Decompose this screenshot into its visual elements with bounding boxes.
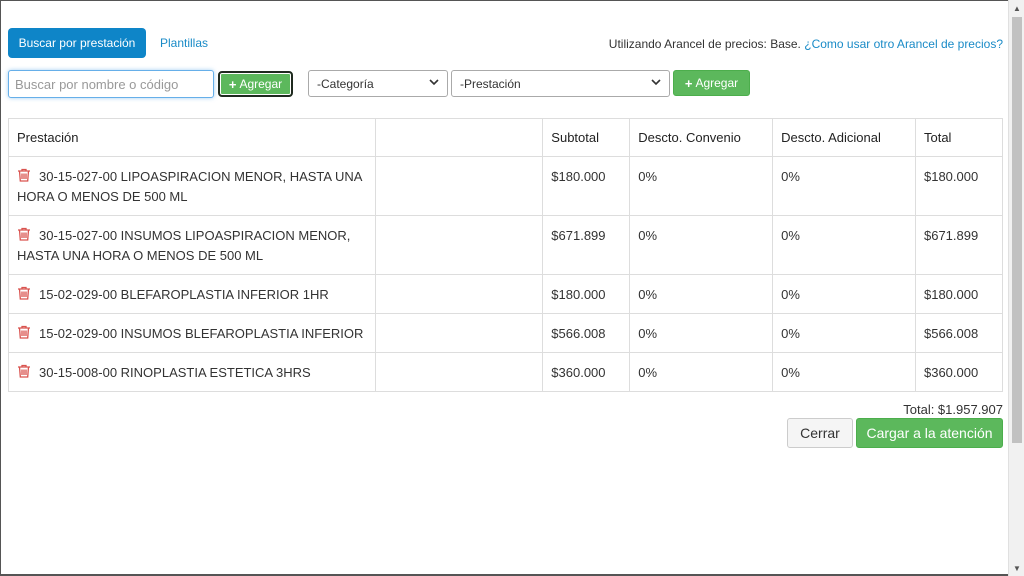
cell-prestacion: 15-02-029-00 BLEFAROPLASTIA INFERIOR 1HR — [8, 274, 376, 314]
cell-blank — [374, 352, 544, 392]
cell-convenio: 0% — [629, 156, 774, 216]
cell-prestacion: 15-02-029-00 INSUMOS BLEFAROPLASTIA INFE… — [8, 313, 376, 353]
cell-convenio: 0% — [629, 215, 774, 275]
grand-total: Total: $1.957.907 — [903, 402, 1003, 417]
cell-convenio: 0% — [629, 352, 774, 392]
cerrar-button[interactable]: Cerrar — [787, 418, 853, 448]
header-descto-convenio: Descto. Convenio — [629, 118, 774, 157]
cell-subtotal: $180.000 — [542, 274, 631, 314]
cell-total: $671.899 — [914, 215, 1004, 275]
cell-convenio: 0% — [629, 274, 774, 314]
arancel-info: Utilizando Arancel de precios: Base. ¿Co… — [609, 37, 1003, 51]
trash-icon[interactable] — [17, 168, 31, 182]
cell-prestacion: 30-15-027-00 INSUMOS LIPOASPIRACION MENO… — [8, 215, 376, 275]
categoria-selected: -Categoría — [317, 76, 374, 91]
cell-blank — [374, 274, 544, 314]
cell-subtotal: $360.000 — [542, 352, 631, 392]
cell-adicional: 0% — [772, 156, 916, 216]
tab-buscar-por-prestacion[interactable]: Buscar por prestación — [8, 28, 146, 58]
filter-add-button[interactable]: + Agregar — [673, 70, 750, 96]
cell-blank — [374, 156, 544, 216]
table-row: 30-15-027-00 INSUMOS LIPOASPIRACION MENO… — [8, 215, 1004, 275]
search-add-button[interactable]: + Agregar — [218, 71, 293, 97]
prestacion-text: 30-15-008-00 RINOPLASTIA ESTETICA 3HRS — [39, 365, 311, 380]
table-row: 15-02-029-00 BLEFAROPLASTIA INFERIOR 1HR… — [8, 274, 1004, 314]
window-border-left — [0, 0, 1, 576]
filter-add-label: Agregar — [695, 76, 739, 90]
cell-total: $360.000 — [914, 352, 1004, 392]
window-border-top — [0, 0, 1008, 1]
plus-icon: + — [684, 75, 693, 91]
cell-total: $180.000 — [914, 274, 1004, 314]
table-row: 30-15-027-00 LIPOASPIRACION MENOR, HASTA… — [8, 156, 1004, 216]
cell-prestacion: 30-15-008-00 RINOPLASTIA ESTETICA 3HRS — [8, 352, 376, 392]
vertical-scrollbar[interactable]: ▲ ▼ — [1008, 0, 1024, 576]
header-total: Total — [914, 118, 1004, 157]
table-row: 30-15-008-00 RINOPLASTIA ESTETICA 3HRS $… — [8, 352, 1004, 392]
cell-adicional: 0% — [772, 215, 916, 275]
cell-blank — [374, 215, 544, 275]
table-header-row: Prestación Subtotal Descto. Convenio Des… — [8, 118, 1004, 157]
prestacion-text: 30-15-027-00 INSUMOS LIPOASPIRACION MENO… — [17, 228, 351, 263]
tab-plantillas[interactable]: Plantillas — [160, 36, 208, 50]
header-descto-adicional: Descto. Adicional — [772, 118, 916, 157]
chevron-down-icon — [429, 78, 439, 89]
header-blank — [374, 118, 544, 157]
header-subtotal: Subtotal — [542, 118, 631, 157]
cell-subtotal: $566.008 — [542, 313, 631, 353]
trash-icon[interactable] — [17, 364, 31, 378]
cell-adicional: 0% — [772, 274, 916, 314]
scroll-thumb[interactable] — [1012, 17, 1022, 443]
trash-icon[interactable] — [17, 325, 31, 339]
prestacion-text: 30-15-027-00 LIPOASPIRACION MENOR, HASTA… — [17, 169, 362, 204]
categoria-select[interactable]: -Categoría — [308, 70, 448, 97]
cell-total: $566.008 — [914, 313, 1004, 353]
plus-icon: + — [228, 76, 237, 92]
search-input[interactable] — [8, 70, 214, 98]
prestaciones-table: Prestación Subtotal Descto. Convenio Des… — [8, 118, 1004, 392]
search-add-label: Agregar — [239, 77, 283, 91]
trash-icon[interactable] — [17, 286, 31, 300]
arancel-help-link[interactable]: ¿Como usar otro Arancel de precios? — [804, 37, 1003, 51]
chevron-down-icon — [651, 78, 661, 89]
cell-subtotal: $671.899 — [542, 215, 631, 275]
header-prestacion: Prestación — [8, 118, 376, 157]
prestacion-text: 15-02-029-00 INSUMOS BLEFAROPLASTIA INFE… — [39, 326, 364, 341]
prestacion-select[interactable]: -Prestación — [451, 70, 670, 97]
cell-prestacion: 30-15-027-00 LIPOASPIRACION MENOR, HASTA… — [8, 156, 376, 216]
cell-adicional: 0% — [772, 313, 916, 353]
arancel-text: Utilizando Arancel de precios: Base. — [608, 37, 801, 51]
prestacion-text: 15-02-029-00 BLEFAROPLASTIA INFERIOR 1HR — [39, 287, 329, 302]
cell-adicional: 0% — [772, 352, 916, 392]
trash-icon[interactable] — [17, 227, 31, 241]
scroll-down-icon[interactable]: ▼ — [1009, 560, 1024, 576]
scroll-up-icon[interactable]: ▲ — [1009, 0, 1024, 16]
cell-total: $180.000 — [914, 156, 1004, 216]
prestacion-selected: -Prestación — [460, 76, 521, 91]
cell-blank — [374, 313, 544, 353]
cell-subtotal: $180.000 — [542, 156, 631, 216]
cargar-atencion-button[interactable]: Cargar a la atención — [856, 418, 1003, 448]
table-row: 15-02-029-00 INSUMOS BLEFAROPLASTIA INFE… — [8, 313, 1004, 353]
cell-convenio: 0% — [629, 313, 774, 353]
